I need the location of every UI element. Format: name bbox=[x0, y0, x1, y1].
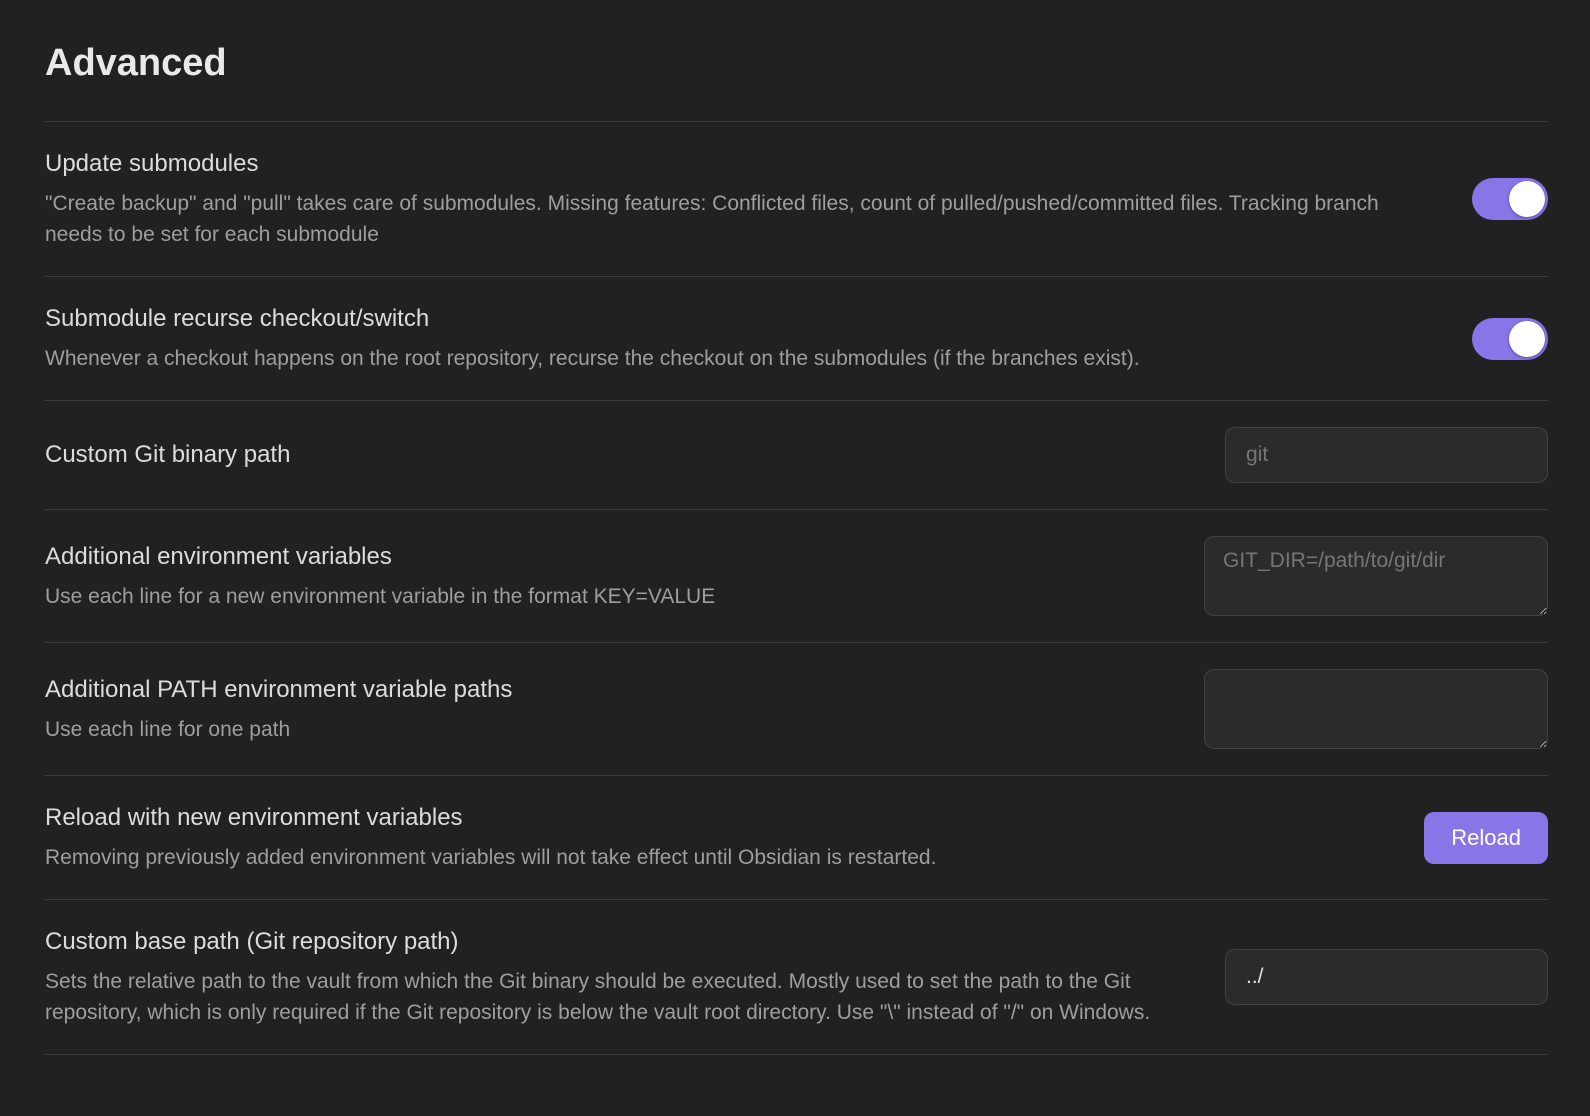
submodule-recurse-toggle[interactable] bbox=[1472, 318, 1548, 360]
setting-description: Whenever a checkout happens on the root … bbox=[45, 343, 1435, 374]
setting-control bbox=[1204, 536, 1548, 616]
setting-name: Custom base path (Git repository path) bbox=[45, 926, 1201, 958]
setting-name: Custom Git binary path bbox=[45, 439, 1201, 471]
environment-variables-textarea[interactable] bbox=[1204, 536, 1548, 616]
setting-control bbox=[1204, 669, 1548, 749]
setting-name: Reload with new environment variables bbox=[45, 802, 1400, 834]
custom-base-path-input[interactable] bbox=[1225, 949, 1548, 1005]
setting-custom-git-binary-path: Custom Git binary path bbox=[45, 400, 1548, 509]
setting-info: Additional environment variables Use eac… bbox=[45, 541, 1180, 612]
setting-custom-base-path: Custom base path (Git repository path) S… bbox=[45, 899, 1548, 1054]
setting-control bbox=[1225, 949, 1548, 1005]
setting-description: Sets the relative path to the vault from… bbox=[45, 966, 1201, 1028]
setting-info: Submodule recurse checkout/switch Whenev… bbox=[45, 303, 1448, 374]
setting-description: "Create backup" and "pull" takes care of… bbox=[45, 188, 1435, 250]
setting-info: Update submodules "Create backup" and "p… bbox=[45, 148, 1448, 250]
toggle-knob bbox=[1509, 181, 1545, 217]
setting-name: Submodule recurse checkout/switch bbox=[45, 303, 1448, 335]
setting-description: Use each line for a new environment vari… bbox=[45, 581, 1180, 612]
git-binary-path-input[interactable] bbox=[1225, 427, 1548, 483]
setting-info: Custom base path (Git repository path) S… bbox=[45, 926, 1201, 1028]
setting-name: Additional environment variables bbox=[45, 541, 1180, 573]
page-title: Advanced bbox=[45, 0, 1548, 121]
advanced-settings-page: Advanced Update submodules "Create backu… bbox=[0, 0, 1590, 1055]
setting-info: Custom Git binary path bbox=[45, 439, 1201, 471]
setting-additional-environment-variables: Additional environment variables Use eac… bbox=[45, 509, 1548, 642]
setting-description: Use each line for one path bbox=[45, 714, 1180, 745]
setting-additional-path-paths: Additional PATH environment variable pat… bbox=[45, 642, 1548, 775]
path-variable-paths-textarea[interactable] bbox=[1204, 669, 1548, 749]
setting-name: Update submodules bbox=[45, 148, 1448, 180]
reload-button[interactable]: Reload bbox=[1424, 812, 1548, 864]
toggle-knob bbox=[1509, 321, 1545, 357]
setting-control bbox=[1472, 178, 1548, 220]
setting-update-submodules: Update submodules "Create backup" and "p… bbox=[45, 121, 1548, 276]
setting-reload-environment-variables: Reload with new environment variables Re… bbox=[45, 775, 1548, 899]
section-divider bbox=[45, 1054, 1548, 1055]
setting-control: Reload bbox=[1424, 812, 1548, 864]
setting-control bbox=[1225, 427, 1548, 483]
setting-control bbox=[1472, 318, 1548, 360]
setting-description: Removing previously added environment va… bbox=[45, 842, 1400, 873]
setting-name: Additional PATH environment variable pat… bbox=[45, 674, 1180, 706]
setting-info: Reload with new environment variables Re… bbox=[45, 802, 1400, 873]
update-submodules-toggle[interactable] bbox=[1472, 178, 1548, 220]
setting-submodule-recurse-checkout: Submodule recurse checkout/switch Whenev… bbox=[45, 276, 1548, 400]
setting-info: Additional PATH environment variable pat… bbox=[45, 674, 1180, 745]
